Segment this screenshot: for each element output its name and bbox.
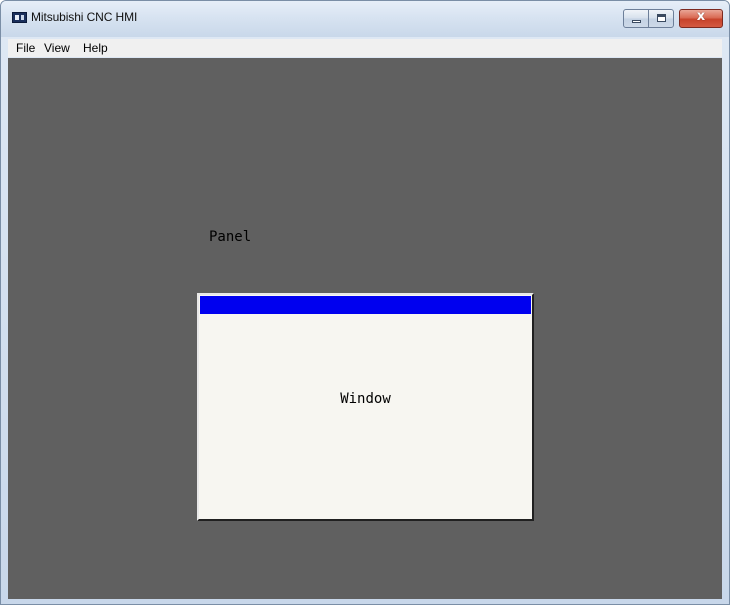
sub-window-label: Window (340, 391, 391, 407)
menu-file[interactable]: File (16, 41, 35, 55)
client-area[interactable]: Panel Window (8, 58, 722, 599)
title-bar[interactable]: Mitsubishi CNC HMI x (1, 1, 729, 37)
window-title: Mitsubishi CNC HMI (31, 10, 138, 24)
maximize-button[interactable] (648, 9, 674, 28)
app-window: Mitsubishi CNC HMI x File View Help Pane… (0, 0, 730, 605)
close-button[interactable]: x (679, 9, 723, 28)
close-icon: x (696, 9, 706, 24)
menu-bar: File View Help (8, 39, 722, 57)
sub-window[interactable]: Window (197, 293, 534, 521)
menu-view[interactable]: View (44, 41, 70, 55)
menu-help[interactable]: Help (83, 41, 108, 55)
maximize-icon (657, 14, 666, 22)
minimize-button[interactable] (623, 9, 649, 28)
minimize-icon (632, 20, 641, 23)
sub-window-titlebar[interactable] (200, 296, 531, 314)
app-icon[interactable] (12, 12, 27, 23)
panel-label: Panel (209, 229, 252, 245)
